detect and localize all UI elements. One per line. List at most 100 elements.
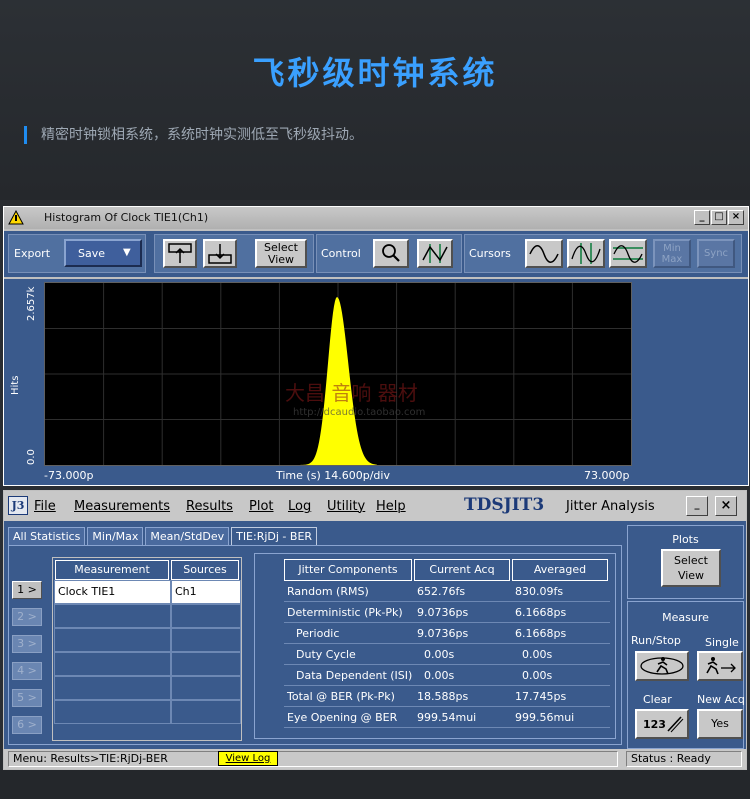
current-value: 0.00s: [414, 644, 512, 665]
brand-name: TDSJIT3: [464, 495, 545, 515]
empty-cell[interactable]: [171, 652, 241, 676]
empty-cell[interactable]: [54, 700, 171, 724]
footer-background: [0, 770, 750, 799]
menu-plot[interactable]: Plot: [249, 499, 274, 514]
zoom-button[interactable]: [373, 239, 409, 268]
single-button[interactable]: [697, 651, 743, 681]
averaged-value: 0.00s: [512, 644, 610, 665]
component-name: Duty Cycle: [284, 644, 414, 665]
current-value: 9.0736ps: [414, 602, 512, 623]
arrow-down-box-icon: [208, 244, 232, 264]
current-value: 999.54mui: [414, 707, 512, 728]
cursors-label: Cursors: [469, 247, 511, 260]
source-cell[interactable]: Ch1: [171, 580, 241, 604]
current-acq-header: Current Acq: [414, 559, 510, 581]
empty-cell[interactable]: [54, 676, 171, 700]
run-stop-label: Run/Stop: [631, 634, 681, 647]
import-down-button[interactable]: [203, 239, 237, 268]
menu-log[interactable]: Log: [288, 499, 311, 514]
menu-help[interactable]: Help: [376, 499, 406, 514]
chevron-down-icon: ▼: [123, 247, 131, 258]
close-button[interactable]: ×: [728, 210, 744, 225]
jitter-analysis-window: J3 File Measurements Results Plot Log Ut…: [3, 490, 747, 770]
min-max-line1: Min: [663, 243, 681, 254]
jitter-close-button[interactable]: ×: [715, 496, 737, 516]
new-acq-yes-button[interactable]: Yes: [697, 709, 743, 739]
tab-tie-rjdj-ber[interactable]: TIE:RjDj - BER: [231, 527, 318, 545]
plots-select-view-button[interactable]: Select View: [661, 549, 721, 587]
averaged-header: Averaged: [512, 559, 608, 581]
run-stop-button[interactable]: [635, 651, 689, 681]
histogram-plot[interactable]: 大昌 音响 器材 http://dcaudio.taobao.com: [44, 282, 632, 466]
averaged-value: 6.1668ps: [512, 623, 610, 644]
maximize-button[interactable]: □: [711, 210, 727, 225]
table-row: Duty Cycle 0.00s 0.00s: [284, 644, 610, 665]
y-max-label: 2.657k: [26, 286, 37, 321]
table-row: Periodic 9.0736ps 6.1668ps: [284, 623, 610, 644]
row-select-button[interactable]: 5 >: [12, 689, 42, 707]
averaged-value: 0.00s: [512, 665, 610, 686]
current-value: 652.76fs: [414, 581, 512, 602]
row-select-button[interactable]: 3 >: [12, 635, 42, 653]
histogram-toolbar: Export Save ▼ Select View Control Cursor…: [4, 231, 748, 277]
magnifier-icon: [382, 244, 400, 262]
cursor-horizontal-button[interactable]: [609, 239, 647, 268]
minimize-button[interactable]: _: [694, 210, 710, 225]
plots-select-view-line2: View: [677, 569, 705, 582]
row-select-button[interactable]: 2 >: [12, 608, 42, 626]
menu-results[interactable]: Results: [186, 499, 233, 514]
hero-subtitle: 精密时钟锁相系统，系统时钟实测低至飞秒级抖动。: [24, 126, 363, 144]
cursor-wave-button[interactable]: [525, 239, 563, 268]
plots-label: Plots: [672, 533, 699, 546]
sources-header: Sources: [171, 560, 239, 580]
histogram-window: Histogram Of Clock TIE1(Ch1) _ □ × Expor…: [3, 206, 749, 486]
running-man-arrow-icon: [706, 657, 736, 675]
save-dropdown[interactable]: Save ▼: [64, 239, 142, 267]
new-acq-label: New Acq: [697, 693, 745, 706]
jitter-components-header: Jitter Components: [284, 559, 412, 581]
min-max-button[interactable]: Min Max: [653, 239, 691, 268]
current-value: 18.588ps: [414, 686, 512, 707]
sync-button[interactable]: Sync: [697, 239, 735, 268]
empty-cell[interactable]: [54, 652, 171, 676]
measurement-cell[interactable]: Clock TIE1: [54, 580, 171, 604]
window-title: Histogram Of Clock TIE1(Ch1): [44, 211, 209, 224]
pan-button[interactable]: [417, 239, 453, 268]
row-select-button[interactable]: 6 >: [12, 716, 42, 734]
empty-cell[interactable]: [171, 700, 241, 724]
table-row: Total @ BER (Pk-Pk) 18.588ps 17.745ps: [284, 686, 610, 707]
menu-utility[interactable]: Utility: [327, 499, 365, 514]
empty-cell[interactable]: [171, 628, 241, 652]
export-up-button[interactable]: [163, 239, 197, 268]
select-view-button[interactable]: Select View: [255, 239, 307, 268]
save-label: Save: [78, 247, 106, 260]
table-row: Data Dependent (ISI) 0.00s 0.00s: [284, 665, 610, 686]
menu-file[interactable]: File: [34, 499, 56, 514]
plots-select-view-line1: Select: [674, 554, 708, 567]
table-row: Random (RMS) 652.76fs 830.09fs: [284, 581, 610, 602]
sine-wave-icon: [529, 245, 559, 263]
results-tabs: All Statistics Min/Max Mean/StdDev TIE:R…: [8, 527, 318, 545]
empty-cell[interactable]: [54, 604, 171, 628]
row-select-button[interactable]: 4 >: [12, 662, 42, 680]
empty-cell[interactable]: [171, 676, 241, 700]
tab-all-statistics[interactable]: All Statistics: [8, 527, 86, 545]
brand-subtitle: Jitter Analysis: [566, 499, 655, 514]
tab-min-max[interactable]: Min/Max: [87, 527, 144, 545]
menu-measurements[interactable]: Measurements: [74, 499, 170, 514]
cursor-vertical-button[interactable]: [567, 239, 605, 268]
clear-button[interactable]: 123: [635, 709, 689, 739]
view-log-button[interactable]: View Log: [218, 751, 278, 766]
empty-cell[interactable]: [171, 604, 241, 628]
empty-cell[interactable]: [54, 628, 171, 652]
clear-label: Clear: [643, 693, 672, 706]
window-title-bar: Histogram Of Clock TIE1(Ch1) _ □ ×: [4, 207, 748, 229]
cursors-group: Cursors Min Max Sync: [464, 234, 742, 273]
jitter-minimize-button[interactable]: _: [686, 496, 708, 516]
tab-mean-stddev[interactable]: Mean/StdDev: [145, 527, 230, 545]
current-value: 9.0736ps: [414, 623, 512, 644]
watermark-url: http://dcaudio.taobao.com: [293, 407, 426, 418]
component-name: Random (RMS): [284, 581, 414, 602]
row-select-button[interactable]: 1 >: [12, 581, 42, 599]
pan-arrows-icon: [422, 244, 448, 263]
